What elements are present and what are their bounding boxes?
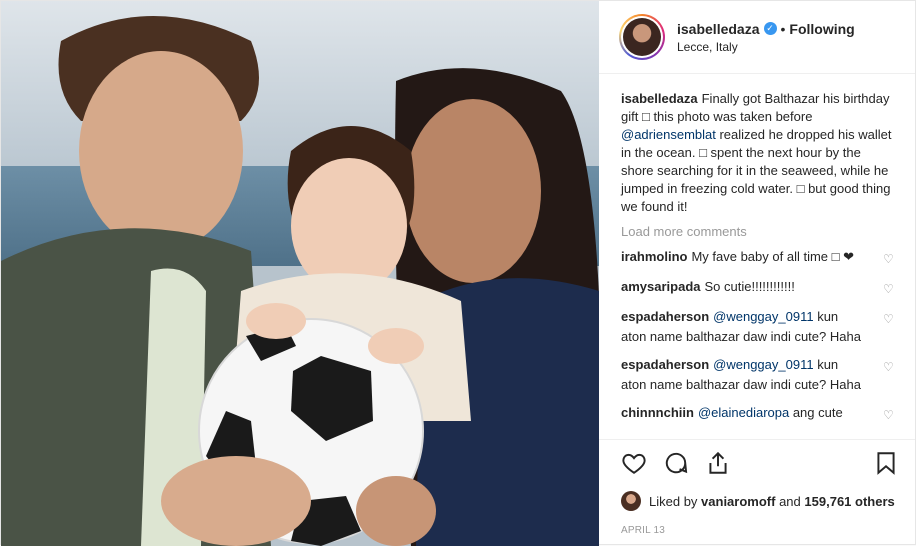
post-caption: isabelledaza Finally got Balthazar his bi… [621, 90, 895, 216]
post-sidebar: isabelledaza ✓ • Following Lecce, Italy … [599, 1, 915, 546]
header-top-row: isabelledaza ✓ • Following [677, 21, 855, 37]
comment-body: ang cute [789, 405, 843, 420]
comment-username[interactable]: irahmolino [621, 249, 687, 264]
share-icon[interactable] [705, 450, 733, 478]
post-photo-illustration [1, 1, 599, 546]
caption-emoji-1: □ [641, 109, 650, 124]
comment-username[interactable]: amysaripada [621, 279, 701, 294]
comment-mention[interactable]: @wenggay_0911 [713, 309, 813, 324]
avatar-image [623, 18, 661, 56]
comment-text: espadaherson @wenggay_0911 kun aton name … [621, 355, 883, 395]
avatar-frame [621, 16, 663, 58]
comment-like-icon[interactable]: ♡ [883, 249, 895, 269]
comment-item: espadaherson @wenggay_0911 kun aton name … [621, 307, 895, 347]
comment-item: amysaripada So cutie!!!!!!!!!!!! ♡ [621, 277, 895, 299]
comment-body: My fave baby of all time □ ❤ [691, 249, 854, 264]
comment-body: So cutie!!!!!!!!!!!! [704, 279, 795, 294]
location-link[interactable]: Lecce, Italy [677, 40, 855, 54]
caption-emoji-2: □ [699, 145, 707, 160]
instagram-post: isabelledaza ✓ • Following Lecce, Italy … [0, 0, 916, 546]
comment-username[interactable]: chinnnchiin [621, 405, 694, 420]
post-header: isabelledaza ✓ • Following Lecce, Italy [599, 1, 915, 74]
likes-count[interactable]: 159,761 others [804, 494, 894, 509]
liker-username[interactable]: vaniaromoff [701, 494, 775, 509]
comment-text: amysaripada So cutie!!!!!!!!!!!! [621, 277, 883, 299]
comment-mention[interactable]: @wenggay_0911 [713, 357, 813, 372]
comment-like-icon[interactable]: ♡ [883, 357, 895, 395]
likes-middle: and [779, 493, 801, 509]
comment-username[interactable]: espadaherson [621, 309, 709, 324]
action-bar [599, 439, 915, 487]
avatar[interactable] [619, 14, 665, 60]
comment-text: chinnnchiin @elainediaropa ang cute [621, 403, 883, 425]
post-date[interactable]: APRIL 13 [599, 515, 915, 546]
likes-prefix: Liked by [649, 493, 698, 509]
following-button[interactable]: Following [789, 21, 854, 37]
caption-text-2: this photo was taken before [649, 109, 813, 124]
comment-item: espadaherson @wenggay_0911 kun aton name … [621, 355, 895, 395]
bookmark-icon[interactable] [873, 450, 901, 478]
header-separator: • [780, 20, 786, 37]
header-username[interactable]: isabelledaza [677, 21, 760, 37]
caption-mention[interactable]: @adriensemblat [621, 127, 716, 142]
comment-like-icon[interactable]: ♡ [883, 405, 895, 425]
comment-like-icon[interactable]: ♡ [883, 279, 895, 299]
comment-mention[interactable]: @elainediaropa [698, 405, 789, 420]
caption-username[interactable]: isabelledaza [621, 91, 698, 106]
comment-icon[interactable] [663, 450, 691, 478]
verified-badge-icon: ✓ [763, 22, 777, 35]
comment-username[interactable]: espadaherson [621, 357, 709, 372]
load-more-comments-button[interactable]: Load more comments [621, 224, 895, 239]
heart-icon[interactable] [621, 450, 649, 478]
comment-item: irahmolino My fave baby of all time □ ❤ ♡ [621, 247, 895, 269]
header-text: isabelledaza ✓ • Following Lecce, Italy [677, 21, 855, 54]
liker-avatar[interactable] [621, 491, 641, 511]
post-photo[interactable] [1, 1, 599, 546]
comment-like-icon[interactable]: ♡ [883, 309, 895, 347]
likes-row: Liked by vaniaromoff and 159,761 others [599, 487, 915, 515]
comment-text: irahmolino My fave baby of all time □ ❤ [621, 247, 883, 269]
comment-text: espadaherson @wenggay_0911 kun aton name … [621, 307, 883, 347]
comments-section[interactable]: isabelledaza Finally got Balthazar his bi… [599, 74, 915, 439]
comment-item: chinnnchiin @elainediaropa ang cute ♡ [621, 403, 895, 425]
